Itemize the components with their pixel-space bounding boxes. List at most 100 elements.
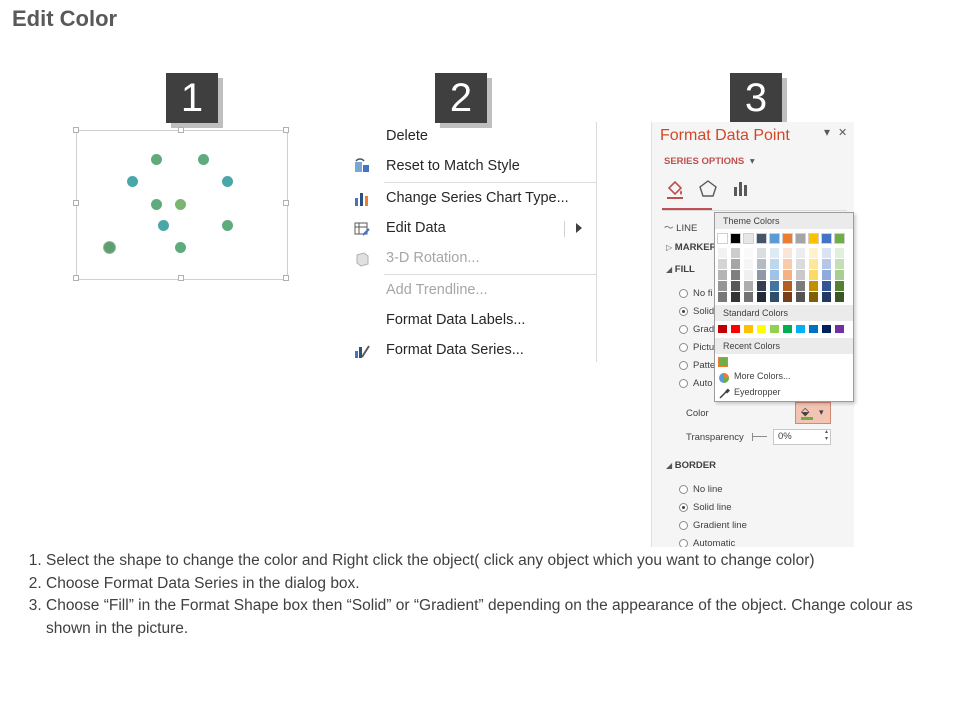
line-section-toggle[interactable]: 〜 LINE (664, 220, 697, 234)
theme-color-swatch[interactable] (822, 292, 831, 302)
radio-button[interactable] (679, 289, 688, 298)
theme-color-swatch[interactable] (835, 281, 844, 291)
theme-color-swatch[interactable] (757, 248, 766, 258)
theme-color-swatch[interactable] (783, 248, 792, 258)
standard-color-swatch[interactable] (744, 325, 753, 333)
standard-color-swatch[interactable] (835, 325, 844, 333)
scatter-point[interactable] (198, 154, 209, 165)
theme-color-swatch[interactable] (770, 248, 779, 258)
theme-color-swatch[interactable] (743, 233, 754, 244)
theme-color-swatch[interactable] (770, 270, 779, 280)
theme-color-swatch[interactable] (744, 292, 753, 302)
border-option[interactable] (679, 503, 688, 512)
scatter-point[interactable] (158, 220, 169, 231)
theme-color-swatch[interactable] (835, 292, 844, 302)
fill-option[interactable] (679, 379, 688, 388)
theme-color-swatch[interactable] (769, 233, 780, 244)
radio-button[interactable] (679, 521, 688, 530)
theme-color-swatch[interactable] (731, 270, 740, 280)
scatter-point[interactable] (222, 176, 233, 187)
resize-handle[interactable] (73, 200, 79, 206)
theme-color-swatch[interactable] (783, 292, 792, 302)
standard-color-swatch[interactable] (731, 325, 740, 333)
transparency-slider[interactable] (752, 433, 767, 441)
standard-color-swatch[interactable] (770, 325, 779, 333)
theme-color-swatch[interactable] (757, 292, 766, 302)
theme-color-swatch[interactable] (731, 259, 740, 269)
theme-color-swatch[interactable] (782, 233, 793, 244)
theme-color-swatch[interactable] (834, 233, 845, 244)
theme-color-swatch[interactable] (809, 292, 818, 302)
theme-color-swatch[interactable] (717, 233, 728, 244)
theme-color-swatch[interactable] (718, 259, 727, 269)
theme-color-swatch[interactable] (718, 248, 727, 258)
border-section-toggle[interactable]: ◢ BORDER (666, 460, 716, 471)
theme-color-swatch[interactable] (795, 233, 806, 244)
pane-options-chevron-icon[interactable]: ▾ (824, 125, 830, 139)
scatter-point[interactable] (222, 220, 233, 231)
standard-color-swatch[interactable] (757, 325, 766, 333)
standard-color-swatch[interactable] (718, 325, 727, 333)
theme-color-swatch[interactable] (718, 281, 727, 291)
theme-color-swatch[interactable] (757, 259, 766, 269)
effects-icon[interactable] (697, 178, 719, 200)
more-colors-button[interactable]: More Colors... (718, 371, 850, 384)
radio-button[interactable] (679, 343, 688, 352)
radio-button-selected[interactable] (679, 307, 688, 316)
theme-color-swatch[interactable] (796, 248, 805, 258)
theme-color-swatch[interactable] (783, 259, 792, 269)
theme-color-swatch[interactable] (757, 281, 766, 291)
theme-color-swatch[interactable] (796, 270, 805, 280)
theme-color-swatch[interactable] (835, 259, 844, 269)
fill-line-icon[interactable] (664, 178, 686, 200)
theme-color-swatch[interactable] (744, 281, 753, 291)
resize-handle[interactable] (178, 275, 184, 281)
theme-color-swatch[interactable] (770, 292, 779, 302)
theme-color-swatch[interactable] (822, 281, 831, 291)
scatter-point-selected[interactable] (104, 242, 115, 253)
theme-color-swatch[interactable] (835, 270, 844, 280)
theme-color-swatch[interactable] (822, 259, 831, 269)
theme-color-swatch[interactable] (731, 281, 740, 291)
theme-color-swatch[interactable] (809, 259, 818, 269)
fill-option[interactable] (679, 289, 688, 298)
theme-color-swatch[interactable] (822, 270, 831, 280)
radio-button[interactable] (679, 325, 688, 334)
radio-button[interactable] (679, 539, 688, 547)
resize-handle[interactable] (283, 127, 289, 133)
theme-color-swatch[interactable] (808, 233, 819, 244)
transparency-input[interactable]: 0% ▴ ▾ (773, 429, 831, 445)
theme-color-swatch[interactable] (731, 292, 740, 302)
fill-option[interactable] (679, 343, 688, 352)
fill-option[interactable] (679, 325, 688, 334)
theme-color-swatch[interactable] (796, 259, 805, 269)
fill-section-toggle[interactable]: ◢ FILL (666, 264, 695, 275)
resize-handle[interactable] (283, 200, 289, 206)
radio-button[interactable] (679, 485, 688, 494)
theme-color-swatch[interactable] (718, 292, 727, 302)
resize-handle[interactable] (73, 127, 79, 133)
theme-color-swatch[interactable] (756, 233, 767, 244)
menu-item-delete[interactable]: Delete (346, 122, 596, 152)
menu-item-edit-data[interactable]: Edit Data (346, 214, 596, 244)
color-picker-button[interactable]: ⬙ ▾ (795, 402, 831, 424)
theme-color-swatch[interactable] (770, 281, 779, 291)
menu-item-change-chart-type[interactable]: Change Series Chart Type... (346, 184, 596, 214)
theme-color-swatch[interactable] (744, 248, 753, 258)
menu-item-reset-style[interactable]: Reset to Match Style (346, 152, 596, 182)
eyedropper-button[interactable]: Eyedropper (718, 387, 850, 400)
theme-color-swatch[interactable] (821, 233, 832, 244)
resize-handle[interactable] (73, 275, 79, 281)
radio-button-selected[interactable] (679, 503, 688, 512)
resize-handle[interactable] (178, 127, 184, 133)
scatter-point[interactable] (175, 242, 186, 253)
standard-color-swatch[interactable] (796, 325, 805, 333)
theme-color-swatch[interactable] (809, 270, 818, 280)
standard-color-swatch[interactable] (822, 325, 831, 333)
fill-option[interactable] (679, 361, 688, 370)
scatter-point[interactable] (127, 176, 138, 187)
menu-item-format-data-series[interactable]: Format Data Series... (346, 336, 596, 366)
theme-color-swatch[interactable] (822, 248, 831, 258)
series-options-icon[interactable] (730, 178, 752, 200)
menu-item-format-data-labels[interactable]: Format Data Labels... (346, 306, 596, 336)
